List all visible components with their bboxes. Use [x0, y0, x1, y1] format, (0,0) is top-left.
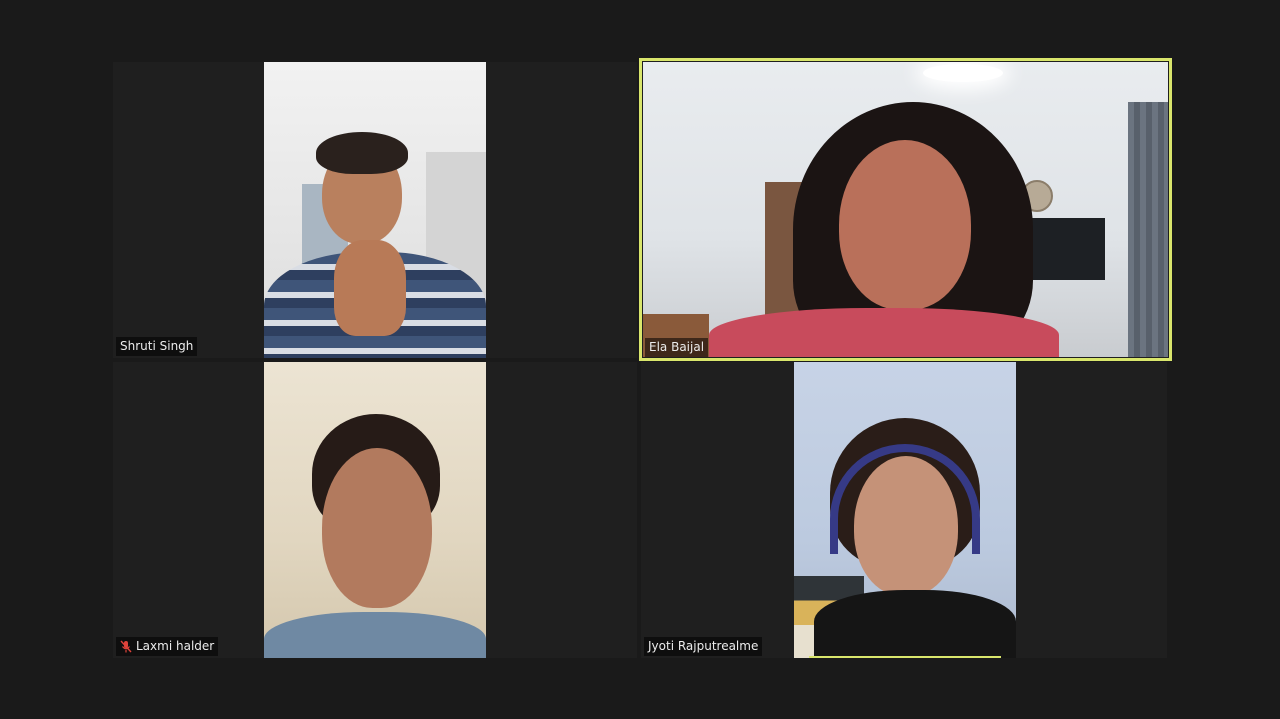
ceiling-light	[923, 64, 1003, 82]
video-spotlight-indicator	[809, 656, 1001, 658]
video-tile-ela-baijal[interactable]: Ela Baijal	[639, 58, 1172, 361]
person-face	[839, 140, 971, 310]
participant-name-tag: Ela Baijal	[645, 338, 709, 357]
video-tile-jyoti-rajputrealme[interactable]: Jyoti Rajputrealme	[641, 362, 1167, 658]
gallery-view: Shruti Singh Ela Baijal Laxmi halder Jyo…	[0, 0, 1280, 719]
person-body	[709, 308, 1059, 357]
person-face	[854, 456, 958, 596]
person-hand	[334, 240, 406, 336]
participant-name: Laxmi halder	[136, 639, 215, 653]
curtain	[1128, 102, 1168, 357]
participant-name-tag: Shruti Singh	[116, 337, 198, 356]
participant-name: Ela Baijal	[649, 340, 705, 354]
participant-name-tag: Laxmi halder	[116, 637, 219, 656]
video-tile-laxmi-halder[interactable]: Laxmi halder	[113, 362, 637, 658]
video-tile-shruti-singh[interactable]: Shruti Singh	[113, 62, 637, 358]
person-hair	[316, 132, 408, 174]
participant-name: Shruti Singh	[120, 339, 194, 353]
participant-video	[794, 362, 1016, 658]
participant-video	[643, 62, 1168, 357]
person-body	[814, 590, 1016, 658]
participant-video	[264, 62, 486, 358]
participant-video	[264, 362, 486, 658]
participant-name-tag: Jyoti Rajputrealme	[644, 637, 763, 656]
participant-name: Jyoti Rajputrealme	[648, 639, 759, 653]
person-body	[264, 612, 486, 658]
mic-off-icon	[120, 640, 132, 653]
person-face	[322, 448, 432, 608]
